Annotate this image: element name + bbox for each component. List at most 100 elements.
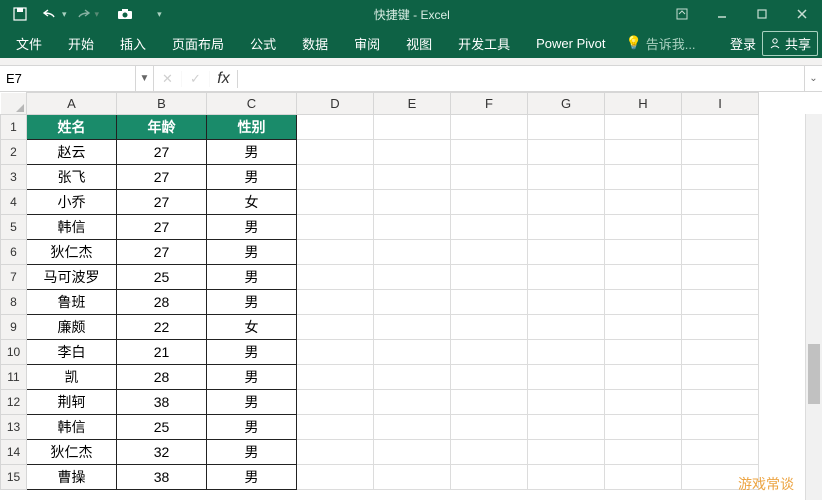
tab-insert[interactable]: 插入 <box>108 29 158 58</box>
cell[interactable] <box>297 165 374 190</box>
cell[interactable]: 鲁班 <box>27 290 117 315</box>
minimize-icon[interactable] <box>702 0 742 28</box>
cell[interactable]: 男 <box>207 265 297 290</box>
cell[interactable] <box>451 440 528 465</box>
cell[interactable]: 男 <box>207 290 297 315</box>
cell[interactable] <box>374 215 451 240</box>
formula-bar-expand-icon[interactable]: ⌄ <box>804 66 822 91</box>
cell[interactable]: 男 <box>207 465 297 490</box>
cell[interactable]: 男 <box>207 390 297 415</box>
tab-view[interactable]: 视图 <box>394 29 444 58</box>
cell[interactable] <box>297 265 374 290</box>
cell[interactable] <box>297 365 374 390</box>
cell[interactable]: 韩信 <box>27 415 117 440</box>
formula-bar-input[interactable] <box>238 66 804 91</box>
cell[interactable] <box>528 265 605 290</box>
cell[interactable] <box>297 465 374 490</box>
cell[interactable] <box>374 415 451 440</box>
cell[interactable]: 狄仁杰 <box>27 440 117 465</box>
formula-cancel-icon[interactable]: ✕ <box>154 71 182 87</box>
cell[interactable]: 性别 <box>207 115 297 140</box>
cell[interactable]: 27 <box>117 190 207 215</box>
cell[interactable]: 男 <box>207 140 297 165</box>
column-header[interactable]: E <box>374 93 451 115</box>
cell[interactable] <box>374 240 451 265</box>
cell[interactable] <box>374 465 451 490</box>
row-header[interactable]: 7 <box>1 265 27 290</box>
spreadsheet-grid[interactable]: ABCDEFGHI1姓名年龄性别2赵云27男3张飞27男4小乔27女5韩信27男… <box>0 92 822 500</box>
cell[interactable]: 男 <box>207 340 297 365</box>
login-link[interactable]: 登录 <box>730 34 756 53</box>
row-header[interactable]: 2 <box>1 140 27 165</box>
tab-home[interactable]: 开始 <box>56 29 106 58</box>
cell[interactable] <box>682 315 759 340</box>
cell[interactable] <box>451 290 528 315</box>
ribbon-options-icon[interactable] <box>662 0 702 28</box>
column-header[interactable]: D <box>297 93 374 115</box>
cell[interactable]: 马可波罗 <box>27 265 117 290</box>
cell[interactable] <box>528 290 605 315</box>
tell-me-search[interactable]: 💡 告诉我... <box>626 34 696 53</box>
cell[interactable]: 年龄 <box>117 115 207 140</box>
cell[interactable] <box>297 315 374 340</box>
cell[interactable] <box>605 465 682 490</box>
row-header[interactable]: 12 <box>1 390 27 415</box>
cell[interactable]: 女 <box>207 190 297 215</box>
cell[interactable] <box>605 290 682 315</box>
cell[interactable] <box>297 390 374 415</box>
tab-data[interactable]: 数据 <box>290 29 340 58</box>
cell[interactable] <box>605 340 682 365</box>
cell[interactable] <box>605 115 682 140</box>
column-header[interactable]: G <box>528 93 605 115</box>
cell[interactable]: 32 <box>117 440 207 465</box>
cell[interactable] <box>528 440 605 465</box>
cell[interactable]: 28 <box>117 365 207 390</box>
cell[interactable] <box>528 365 605 390</box>
cell[interactable] <box>451 390 528 415</box>
cell[interactable] <box>451 365 528 390</box>
row-header[interactable]: 5 <box>1 215 27 240</box>
row-header[interactable]: 14 <box>1 440 27 465</box>
cell[interactable]: 韩信 <box>27 215 117 240</box>
tab-page-layout[interactable]: 页面布局 <box>160 29 236 58</box>
cell[interactable]: 27 <box>117 165 207 190</box>
row-header[interactable]: 13 <box>1 415 27 440</box>
cell[interactable]: 凯 <box>27 365 117 390</box>
cell[interactable] <box>451 215 528 240</box>
tab-developer[interactable]: 开发工具 <box>446 29 522 58</box>
cell[interactable]: 22 <box>117 315 207 340</box>
column-header[interactable]: B <box>117 93 207 115</box>
column-header[interactable]: C <box>207 93 297 115</box>
cell[interactable]: 男 <box>207 365 297 390</box>
cell[interactable]: 27 <box>117 140 207 165</box>
row-header[interactable]: 1 <box>1 115 27 140</box>
cell[interactable] <box>297 240 374 265</box>
cell[interactable] <box>451 140 528 165</box>
cell[interactable]: 女 <box>207 315 297 340</box>
cell[interactable] <box>605 265 682 290</box>
cell[interactable]: 李白 <box>27 340 117 365</box>
cell[interactable] <box>682 390 759 415</box>
cell[interactable]: 男 <box>207 240 297 265</box>
cell[interactable] <box>528 165 605 190</box>
cell[interactable]: 25 <box>117 415 207 440</box>
cell[interactable] <box>605 190 682 215</box>
row-header[interactable]: 6 <box>1 240 27 265</box>
cell[interactable]: 男 <box>207 215 297 240</box>
cell[interactable] <box>605 240 682 265</box>
cell[interactable] <box>374 115 451 140</box>
cell[interactable] <box>605 415 682 440</box>
cell[interactable] <box>605 440 682 465</box>
cell[interactable] <box>297 340 374 365</box>
cell[interactable] <box>374 190 451 215</box>
cell[interactable] <box>682 340 759 365</box>
cell[interactable]: 28 <box>117 290 207 315</box>
redo-icon[interactable] <box>69 2 97 26</box>
cell[interactable] <box>451 315 528 340</box>
column-header[interactable]: A <box>27 93 117 115</box>
cell[interactable] <box>374 165 451 190</box>
cell[interactable] <box>682 365 759 390</box>
cell[interactable] <box>605 315 682 340</box>
cell[interactable] <box>682 190 759 215</box>
cell[interactable]: 38 <box>117 465 207 490</box>
